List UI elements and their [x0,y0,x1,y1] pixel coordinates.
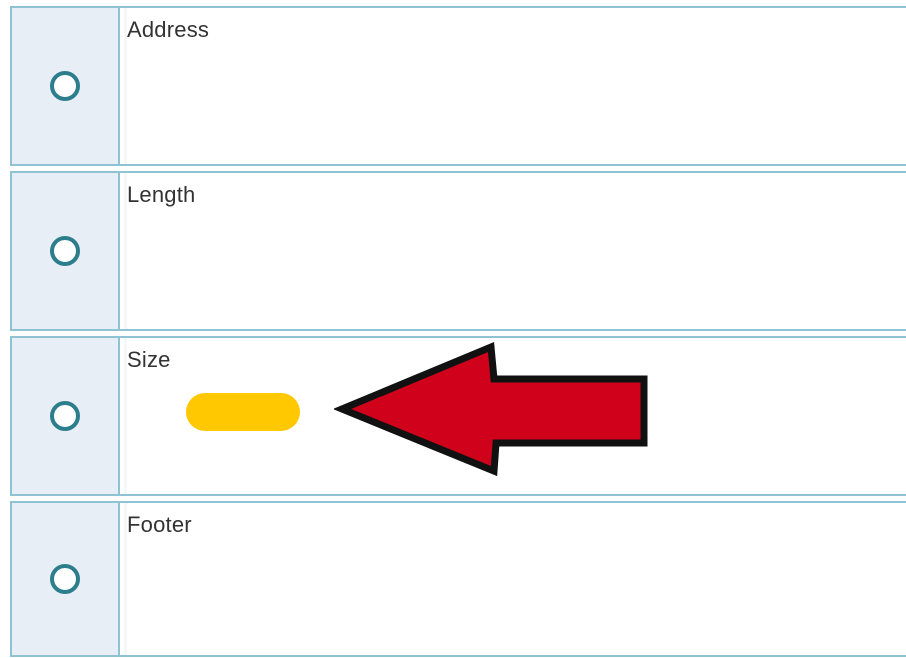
option-label-address: Address [127,17,210,42]
radio-button-size[interactable] [50,401,80,431]
option-label-footer: Footer [127,512,192,537]
answer-option-footer[interactable]: Footer [10,501,906,657]
answer-cell[interactable]: Length [120,173,906,329]
answer-option-length[interactable]: Length [10,171,906,331]
option-label-size: Size [127,347,171,372]
radio-cell[interactable] [12,173,120,329]
radio-cell[interactable] [12,8,120,164]
answer-cell[interactable]: Footer [120,503,906,655]
radio-button-address[interactable] [50,71,80,101]
radio-cell[interactable] [12,503,120,655]
left-arrow-icon [334,341,648,477]
answer-option-address[interactable]: Address [10,6,906,166]
option-label-length: Length [127,182,196,207]
radio-button-length[interactable] [50,236,80,266]
arrow-shape [334,341,648,477]
answer-cell[interactable]: Address [120,8,906,164]
radio-cell[interactable] [12,338,120,494]
answer-options: Address Length Size Footer [10,6,906,657]
highlight-marker [186,393,300,431]
radio-button-footer[interactable] [50,564,80,594]
